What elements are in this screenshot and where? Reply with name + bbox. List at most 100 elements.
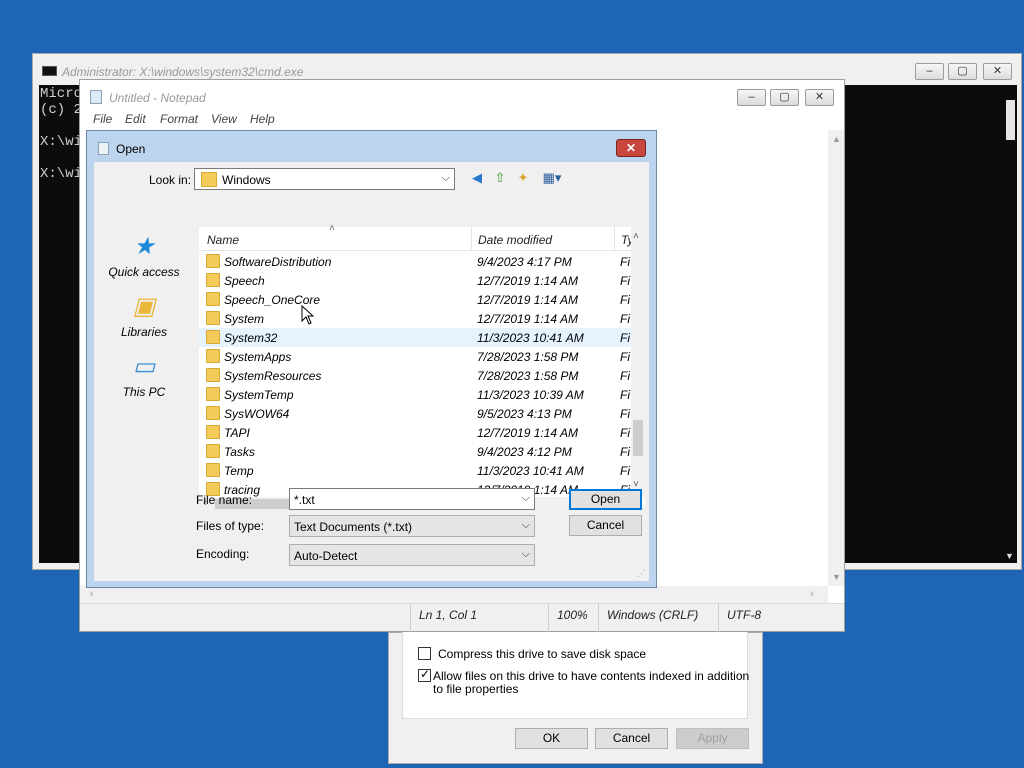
file-list-vertical-scrollbar[interactable]: ˄ ˅ — [631, 227, 645, 497]
apply-button[interactable]: Apply — [676, 728, 749, 749]
file-row[interactable]: Speech_OneCore 12/7/2019 1:14 AM Fi — [199, 290, 631, 309]
scroll-up-icon[interactable]: ▲ — [832, 134, 841, 144]
place-label: This PC — [122, 385, 166, 399]
back-icon[interactable]: ◀ — [468, 170, 486, 186]
encoding-value: Auto-Detect — [294, 549, 358, 563]
file-row[interactable]: TAPI 12/7/2019 1:14 AM Fi — [199, 423, 631, 442]
minimize-icon: – — [926, 65, 933, 77]
scroll-up-icon[interactable]: ˄ — [633, 231, 639, 242]
look-in-dropdown[interactable]: Windows ⌵ — [194, 168, 455, 190]
folder-icon — [206, 273, 220, 287]
menu-format[interactable]: Format — [160, 112, 198, 126]
file-date: 9/4/2023 4:12 PM — [477, 445, 572, 459]
menu-edit[interactable]: Edit — [125, 112, 146, 126]
notepad-vertical-scrollbar[interactable]: ▲ ▼ — [828, 130, 844, 586]
scroll-left-icon[interactable]: ‹ — [90, 588, 94, 600]
resize-grip-icon[interactable]: ⋰ — [637, 568, 646, 579]
folder-icon — [206, 349, 220, 363]
minimize-button[interactable]: – — [915, 63, 944, 80]
file-row[interactable]: System32 11/3/2023 10:41 AM Fi — [199, 328, 631, 347]
file-row[interactable]: SysWOW64 9/5/2023 4:13 PM Fi — [199, 404, 631, 423]
encoding-dropdown[interactable]: Auto-Detect ⌵ — [289, 544, 535, 566]
files-of-type-value: Text Documents (*.txt) — [294, 520, 413, 534]
file-type: Fi — [620, 274, 630, 288]
folder-icon — [206, 368, 220, 382]
file-row[interactable]: SystemResources 7/28/2023 1:58 PM Fi — [199, 366, 631, 385]
file-name-cell: SoftwareDistribution — [206, 254, 331, 269]
menu-file[interactable]: File — [93, 112, 112, 126]
drive-properties-dialog: Compress this drive to save disk space ✓… — [388, 631, 763, 764]
file-type: Fi — [620, 445, 630, 459]
index-contents-label-2[interactable]: to file properties — [433, 682, 518, 696]
restore-icon: ▢ — [957, 65, 968, 77]
file-name-cell: SystemResources — [206, 368, 321, 383]
compress-drive-label[interactable]: Compress this drive to save disk space — [438, 647, 646, 661]
file-row[interactable]: SystemTemp 11/3/2023 10:39 AM Fi — [199, 385, 631, 404]
index-contents-label[interactable]: Allow files on this drive to have conten… — [433, 669, 749, 683]
column-divider[interactable] — [471, 227, 472, 251]
file-row[interactable]: Temp 11/3/2023 10:41 AM Fi — [199, 461, 631, 480]
file-name-cell: Tasks — [206, 444, 255, 459]
file-type: Fi — [620, 388, 630, 402]
place-quick-access[interactable]: ★ Quick access — [94, 233, 194, 279]
file-name: Tasks — [224, 445, 255, 459]
file-type: Fi — [620, 464, 630, 478]
compress-drive-checkbox[interactable] — [418, 647, 431, 660]
file-name: SystemApps — [224, 350, 292, 364]
file-row[interactable]: Tasks 9/4/2023 4:12 PM Fi — [199, 442, 631, 461]
cancel-button[interactable]: Cancel — [595, 728, 668, 749]
scroll-right-icon[interactable]: › — [810, 588, 814, 600]
file-row[interactable]: Speech 12/7/2019 1:14 AM Fi — [199, 271, 631, 290]
file-date: 9/5/2023 4:13 PM — [477, 407, 572, 421]
sort-up-icon: ˄ — [329, 223, 335, 234]
file-name: TAPI — [224, 426, 250, 440]
files-of-type-dropdown[interactable]: Text Documents (*.txt) ⌵ — [289, 515, 535, 537]
open-file-dialog[interactable]: Open ✕ Look in: Windows ⌵ ◀ ⇧ ✦ ▦▾ ★ Qui… — [86, 130, 657, 588]
notepad-titlebar[interactable]: Untitled - Notepad – ▢ ✕ — [80, 80, 844, 109]
dialog-close-button[interactable]: ✕ — [616, 139, 646, 157]
view-menu-icon[interactable]: ▦▾ — [539, 170, 565, 186]
maximize-button[interactable]: ▢ — [948, 63, 977, 80]
column-date-modified[interactable]: Date modified — [478, 233, 552, 247]
console-scrollbar[interactable]: ▼ — [1003, 85, 1017, 563]
notepad-close-button[interactable]: ✕ — [805, 89, 834, 106]
index-contents-checkbox[interactable]: ✓ — [418, 667, 431, 682]
file-row[interactable]: SystemApps 7/28/2023 1:58 PM Fi — [199, 347, 631, 366]
place-this-pc[interactable]: ▭ This PC — [94, 353, 194, 399]
new-folder-icon[interactable]: ✦ — [514, 170, 532, 186]
file-list-header: Name Date modified Ty ˄ — [199, 223, 645, 251]
scroll-thumb[interactable] — [1006, 100, 1015, 140]
folder-icon — [206, 425, 220, 439]
open-dialog-titlebar[interactable]: Open ✕ — [87, 131, 656, 163]
notepad-horizontal-scrollbar[interactable]: ‹ › — [80, 586, 828, 603]
notepad-minimize-button[interactable]: – — [737, 89, 766, 106]
scroll-down-icon[interactable]: ▼ — [832, 572, 841, 582]
notepad-menubar: File Edit Format View Help — [80, 109, 844, 130]
open-button[interactable]: Open — [569, 489, 642, 510]
file-name-input[interactable]: *.txt ⌵ — [289, 488, 535, 510]
file-name: System — [224, 312, 265, 326]
menu-help[interactable]: Help — [250, 112, 275, 126]
minimize-icon: – — [748, 91, 755, 103]
menu-view[interactable]: View — [211, 112, 237, 126]
file-type: Fi — [620, 369, 630, 383]
cancel-button[interactable]: Cancel — [569, 515, 642, 536]
scroll-thumb[interactable] — [633, 420, 643, 456]
file-row[interactable]: System 12/7/2019 1:14 AM Fi — [199, 309, 631, 328]
libraries-icon: ▣ — [132, 293, 156, 320]
chevron-down-icon[interactable]: ⌵ — [522, 492, 530, 505]
column-divider[interactable] — [614, 227, 615, 251]
folder-icon — [206, 311, 220, 325]
file-row[interactable]: SoftwareDistribution 9/4/2023 4:17 PM Fi — [199, 252, 631, 271]
file-list[interactable]: Name Date modified Ty ˄ SoftwareDistribu… — [199, 223, 645, 511]
close-button[interactable]: ✕ — [983, 63, 1012, 80]
checkmark-icon: ✓ — [420, 667, 431, 681]
column-name[interactable]: Name — [207, 233, 239, 247]
scroll-down-icon[interactable]: ▼ — [1005, 551, 1014, 561]
file-name-label: File name: — [196, 493, 253, 507]
notepad-maximize-button[interactable]: ▢ — [770, 89, 799, 106]
ok-button[interactable]: OK — [515, 728, 588, 749]
up-folder-icon[interactable]: ⇧ — [491, 170, 509, 186]
file-type: Fi — [620, 331, 630, 345]
place-libraries[interactable]: ▣ Libraries — [94, 293, 194, 339]
